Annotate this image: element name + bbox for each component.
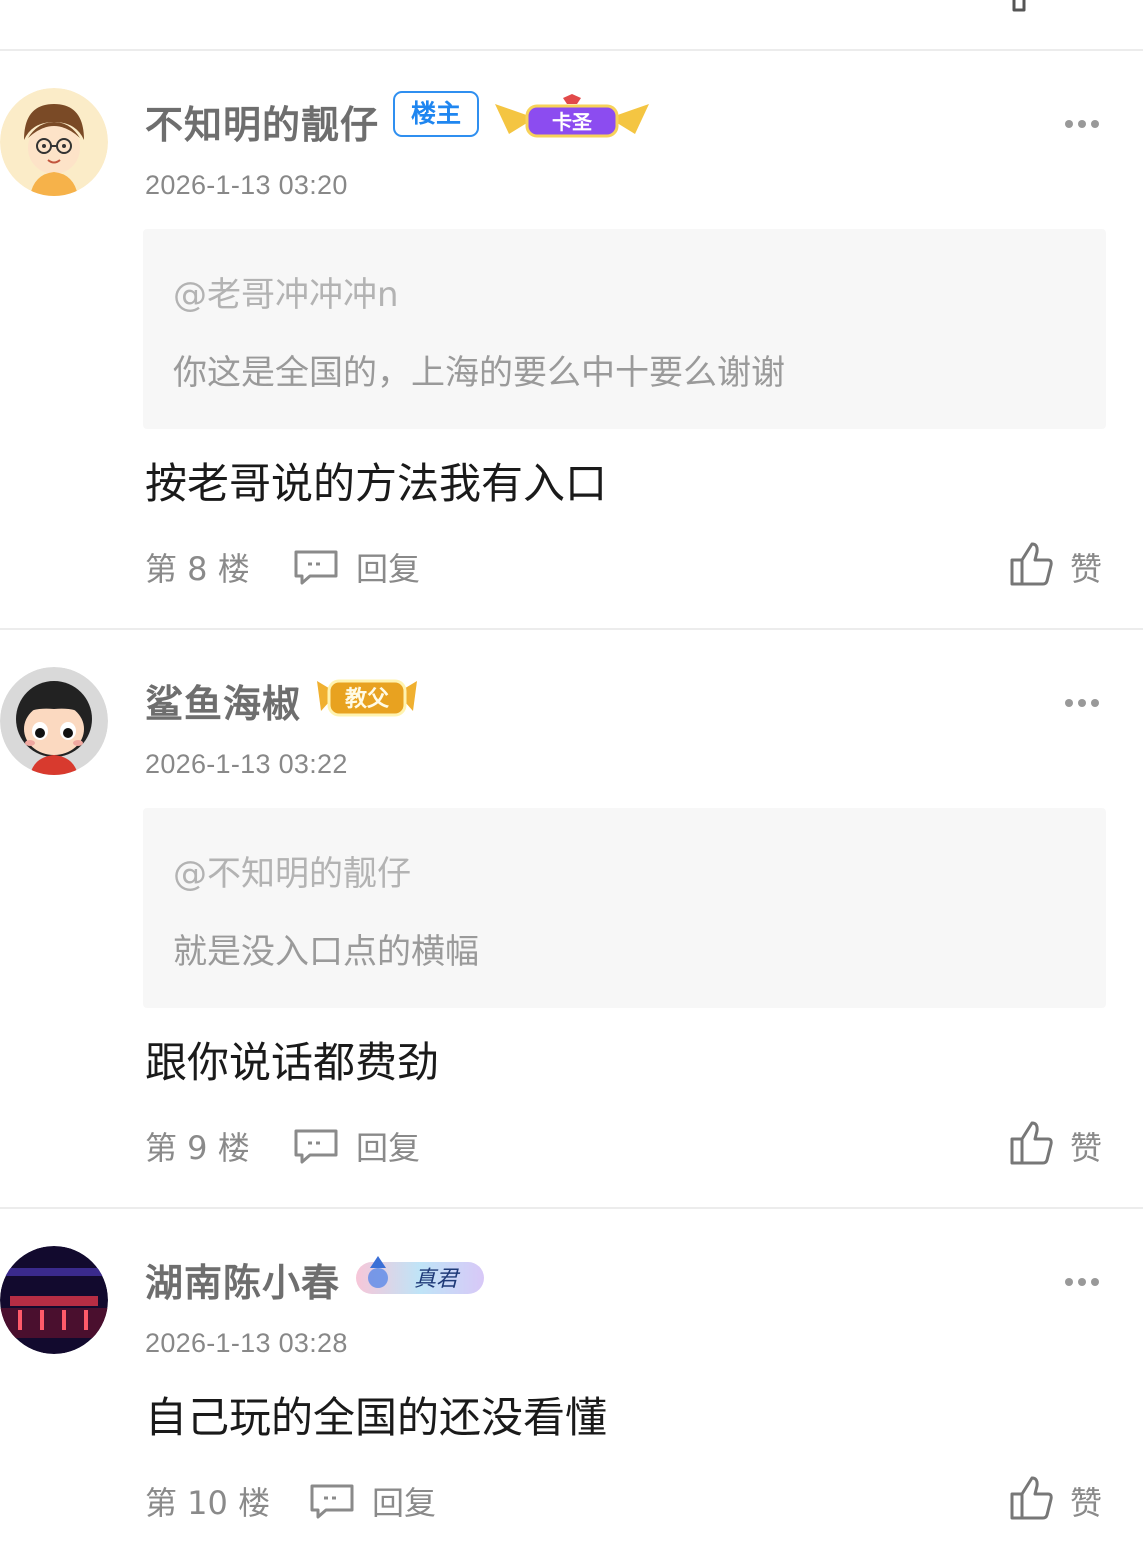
quote-author[interactable]: @不知明的靓仔 — [173, 846, 411, 895]
like-label: 赞 — [1070, 550, 1103, 588]
reply-label: 回复 — [356, 550, 421, 588]
quote-box[interactable]: @不知明的靓仔 就是没入口点的横幅 — [143, 808, 1106, 1008]
divider — [0, 49, 1143, 51]
comment-icon — [294, 1129, 338, 1164]
timestamp: 2026-1-13 03:22 — [145, 749, 348, 779]
reply-label: 回复 — [372, 1484, 437, 1522]
quote-text: 你这是全国的，上海的要么中十要么谢谢 — [173, 353, 785, 393]
level-badge: 真君 — [354, 1252, 486, 1304]
timestamp: 2026-1-13 03:28 — [145, 1328, 348, 1358]
thumbs-up-icon — [1010, 1121, 1053, 1165]
post-content: 自己玩的全国的还没看懂 — [145, 1393, 608, 1442]
level-badge-text: 真君 — [414, 1267, 461, 1292]
avatar[interactable] — [0, 667, 108, 775]
comment-icon — [310, 1484, 354, 1519]
level-badge: 教父 — [315, 673, 419, 725]
divider — [0, 628, 1143, 630]
post-content: 跟你说话都费劲 — [145, 1038, 440, 1087]
more-icon[interactable] — [1064, 114, 1100, 128]
quote-box[interactable]: @老哥冲冲冲n 你这是全国的，上海的要么中十要么谢谢 — [143, 229, 1106, 429]
username[interactable]: 不知明的靓仔 — [145, 94, 379, 149]
thumbs-up-icon — [1010, 542, 1053, 586]
username[interactable]: 鲨鱼海椒 — [145, 673, 301, 728]
avatar[interactable] — [0, 1246, 108, 1354]
owner-tag: 楼主 — [393, 91, 479, 137]
username[interactable]: 湖南陈小春 — [145, 1252, 340, 1307]
floor-number: 第 9 楼 — [145, 1129, 250, 1167]
post-floor-9: 鲨鱼海椒 教父 2026-1-13 03:22 @不知明的靓仔 就是没入口点的横… — [0, 667, 1143, 1207]
timestamp: 2026-1-13 03:20 — [145, 170, 348, 200]
like-button[interactable]: 赞 — [1008, 540, 1108, 590]
avatar[interactable] — [0, 88, 108, 196]
comment-icon — [294, 550, 338, 585]
floor-number: 第 10 楼 — [145, 1484, 271, 1522]
like-label: 赞 — [1070, 1484, 1103, 1522]
floor-number: 第 8 楼 — [145, 550, 250, 588]
post-content: 按老哥说的方法我有入口 — [145, 459, 608, 508]
previous-post-footer — [0, 0, 1143, 50]
like-label: 赞 — [1070, 1129, 1103, 1167]
post-floor-10: 湖南陈小春 真君 2026-1-13 03:28 自己玩的全国的还没看懂 第 1… — [0, 1246, 1143, 1544]
thumbs-up-icon — [1010, 1476, 1053, 1520]
divider — [0, 1207, 1143, 1209]
reply-label: 回复 — [356, 1129, 421, 1167]
quote-author[interactable]: @老哥冲冲冲n — [173, 267, 399, 316]
more-icon[interactable] — [1064, 693, 1100, 707]
level-badge-text: 教父 — [345, 686, 390, 712]
like-button[interactable]: 赞 — [1008, 1474, 1108, 1524]
post-floor-8: 不知明的靓仔 楼主 卡圣 2026-1-13 03:20 @老哥冲冲冲n 你这是… — [0, 88, 1143, 628]
quote-text: 就是没入口点的横幅 — [173, 932, 479, 972]
more-icon[interactable] — [1064, 1272, 1100, 1286]
level-badge: 卡圣 — [493, 94, 651, 146]
level-badge-text: 卡圣 — [552, 110, 593, 134]
like-button[interactable]: 赞 — [1008, 1119, 1108, 1169]
thumbs-up-icon[interactable] — [1010, 0, 1056, 16]
